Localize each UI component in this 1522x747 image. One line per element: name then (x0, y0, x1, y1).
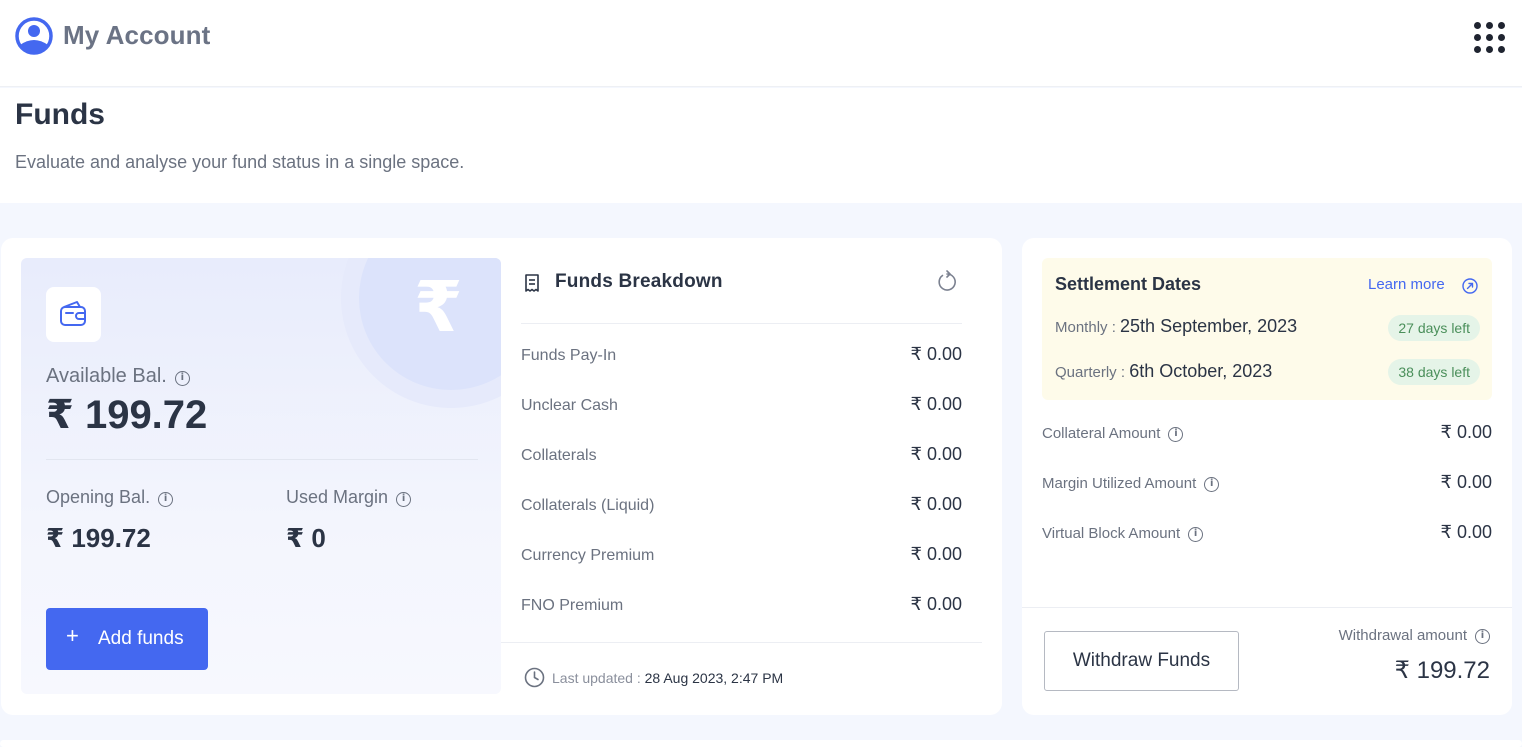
quarterly-date: 6th October, 2023 (1129, 361, 1273, 381)
user-circle-icon (15, 17, 53, 55)
divider (46, 459, 478, 460)
monthly-settlement: Monthly : 25th September, 2023 (1055, 316, 1298, 336)
withdrawal-amount-label: Withdrawal amount i (1339, 627, 1490, 644)
breakdown-row: Funds Pay-In ₹ 0.00 (521, 344, 962, 368)
funds-breakdown-title: Funds Breakdown (555, 271, 723, 292)
learn-more-link[interactable]: Learn more (1368, 276, 1445, 293)
divider (521, 323, 962, 324)
plus-icon: + (66, 623, 79, 648)
grid-dot (1486, 46, 1493, 53)
add-funds-label: Add funds (98, 628, 184, 649)
monthly-days-badge: 27 days left (1388, 315, 1480, 341)
settlement-title: Settlement Dates (1055, 274, 1202, 294)
amount-row-label: Virtual Block Amount i (1042, 525, 1204, 542)
top-bar: My Account (0, 0, 1522, 87)
withdrawal-amount-value: ₹ 199.72 (1394, 657, 1490, 684)
app-title: My Account (63, 20, 211, 50)
breakdown-row-value: ₹ 0.00 (910, 544, 963, 564)
breakdown-row-label: Funds Pay-In (521, 347, 617, 364)
available-balance-label: Available Bal. i (46, 365, 190, 388)
settlement-dates-panel: Settlement Dates Learn more Monthly : 25… (1042, 258, 1492, 400)
amount-row-label: Margin Utilized Amount i (1042, 475, 1220, 492)
breakdown-row: Collaterals (Liquid) ₹ 0.00 (521, 494, 962, 518)
add-funds-button[interactable]: + Add funds (46, 608, 208, 670)
breakdown-row-value: ₹ 0.00 (910, 444, 963, 464)
page-title: Funds (15, 98, 105, 131)
grid-dot (1498, 22, 1505, 29)
clock-icon (524, 667, 545, 688)
breakdown-row: FNO Premium ₹ 0.00 (521, 594, 962, 618)
amount-row: Collateral Amount i ₹ 0.00 (1042, 422, 1492, 446)
amount-row-value: ₹ 0.00 (1440, 472, 1493, 492)
withdraw-funds-button[interactable]: Withdraw Funds (1044, 631, 1239, 691)
breakdown-row-label: Collaterals (521, 447, 597, 464)
breakdown-row: Collaterals ₹ 0.00 (521, 444, 962, 468)
wallet-icon-box (46, 287, 101, 342)
breakdown-row-value: ₹ 0.00 (910, 344, 963, 364)
opening-balance-label: Opening Bal. i (46, 487, 174, 508)
page-header: Funds Evaluate and analyse your fund sta… (0, 88, 1522, 203)
grid-dot (1498, 46, 1505, 53)
external-link-icon[interactable] (1462, 278, 1478, 294)
grid-dot (1474, 46, 1481, 53)
grid-dot (1474, 22, 1481, 29)
amount-row-value: ₹ 0.00 (1440, 422, 1493, 442)
breakdown-row-label: FNO Premium (521, 597, 624, 614)
breakdown-row: Unclear Cash ₹ 0.00 (521, 394, 962, 418)
page-subtitle: Evaluate and analyse your fund status in… (15, 152, 465, 172)
info-icon[interactable]: i (1188, 527, 1204, 542)
quarterly-days-badge: 38 days left (1388, 359, 1480, 385)
amount-row: Margin Utilized Amount i ₹ 0.00 (1042, 472, 1492, 496)
breakdown-row-value: ₹ 0.00 (910, 594, 963, 614)
used-margin-label: Used Margin i (286, 487, 412, 508)
available-balance-value: ₹ 199.72 (46, 393, 208, 437)
info-icon[interactable]: i (1475, 629, 1490, 644)
grid-dot (1498, 34, 1505, 41)
amount-row-value: ₹ 0.00 (1440, 522, 1493, 542)
breakdown-row-value: ₹ 0.00 (910, 394, 963, 414)
amount-row: Virtual Block Amount i ₹ 0.00 (1042, 522, 1492, 546)
breakdown-row-label: Unclear Cash (521, 397, 618, 414)
grid-dot (1474, 34, 1481, 41)
info-icon[interactable]: i (174, 371, 190, 386)
breakdown-row: Currency Premium ₹ 0.00 (521, 544, 962, 568)
info-icon[interactable]: i (1204, 477, 1220, 492)
grid-dots-icon[interactable] (1474, 22, 1508, 56)
last-updated-value: 28 Aug 2023, 2:47 PM (644, 670, 784, 686)
monthly-date: 25th September, 2023 (1120, 316, 1298, 336)
info-icon[interactable]: i (1168, 427, 1184, 442)
used-margin-value: ₹ 0 (286, 523, 326, 553)
receipt-icon (525, 274, 539, 292)
quarterly-settlement: Quarterly : 6th October, 2023 (1055, 361, 1273, 381)
last-updated: Last updated : 28 Aug 2023, 2:47 PM (552, 670, 784, 686)
rupee-decor-icon: ₹ (414, 268, 463, 346)
divider (501, 642, 982, 643)
info-icon[interactable]: i (158, 492, 174, 507)
divider (1022, 607, 1512, 608)
balance-panel: ₹ Available Bal. i ₹ 199.72 Opening Bal. i… (21, 258, 501, 694)
grid-dot (1486, 34, 1493, 41)
opening-balance-value: ₹ 199.72 (46, 523, 151, 553)
refresh-icon[interactable] (935, 270, 959, 294)
amount-row-label: Collateral Amount i (1042, 425, 1184, 442)
funds-card: ₹ Available Bal. i ₹ 199.72 Opening Bal. i… (1, 238, 1002, 715)
settlement-card: Settlement Dates Learn more Monthly : 25… (1022, 238, 1512, 715)
next-card-edge (0, 740, 1522, 747)
breakdown-row-label: Currency Premium (521, 547, 655, 564)
breakdown-row-value: ₹ 0.00 (910, 494, 963, 514)
grid-dot (1486, 22, 1493, 29)
info-icon[interactable]: i (396, 492, 412, 507)
breakdown-row-label: Collaterals (Liquid) (521, 497, 655, 514)
wallet-icon (60, 301, 86, 326)
